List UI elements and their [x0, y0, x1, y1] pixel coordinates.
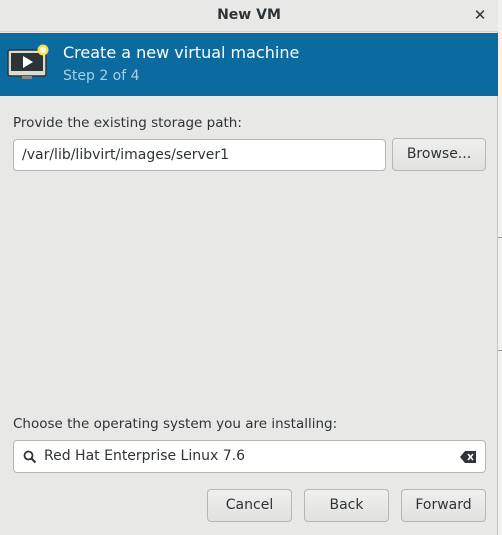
storage-path-label: Provide the existing storage path:: [13, 115, 242, 131]
new-vm-dialog: New VM ✕ Create a new virtual machine St…: [0, 0, 498, 535]
os-label: Choose the operating system you are inst…: [13, 416, 338, 432]
edge-divider: [498, 237, 502, 238]
background-window-edge: [498, 0, 502, 535]
back-button[interactable]: Back: [304, 489, 389, 522]
forward-button[interactable]: Forward: [401, 489, 486, 522]
header-title: Create a new virtual machine: [63, 43, 300, 62]
window-title: New VM: [217, 7, 281, 23]
clear-icon[interactable]: [460, 451, 476, 463]
step-indicator: Step 2 of 4: [63, 68, 140, 84]
title-bar: New VM ✕: [0, 0, 498, 32]
os-value: Red Hat Enterprise Linux 7.6: [44, 448, 245, 464]
storage-path-value: /var/lib/libvirt/images/server1: [22, 147, 230, 163]
search-icon: [23, 450, 37, 464]
header-banner: Create a new virtual machine Step 2 of 4: [0, 33, 498, 96]
browse-button[interactable]: Browse...: [392, 138, 486, 171]
os-search-input[interactable]: Red Hat Enterprise Linux 7.6: [13, 440, 486, 473]
cancel-button[interactable]: Cancel: [207, 489, 292, 522]
vm-monitor-icon: [7, 44, 49, 79]
edge-divider: [498, 350, 502, 351]
close-icon[interactable]: ✕: [472, 7, 488, 23]
storage-path-input[interactable]: /var/lib/libvirt/images/server1: [13, 139, 386, 171]
